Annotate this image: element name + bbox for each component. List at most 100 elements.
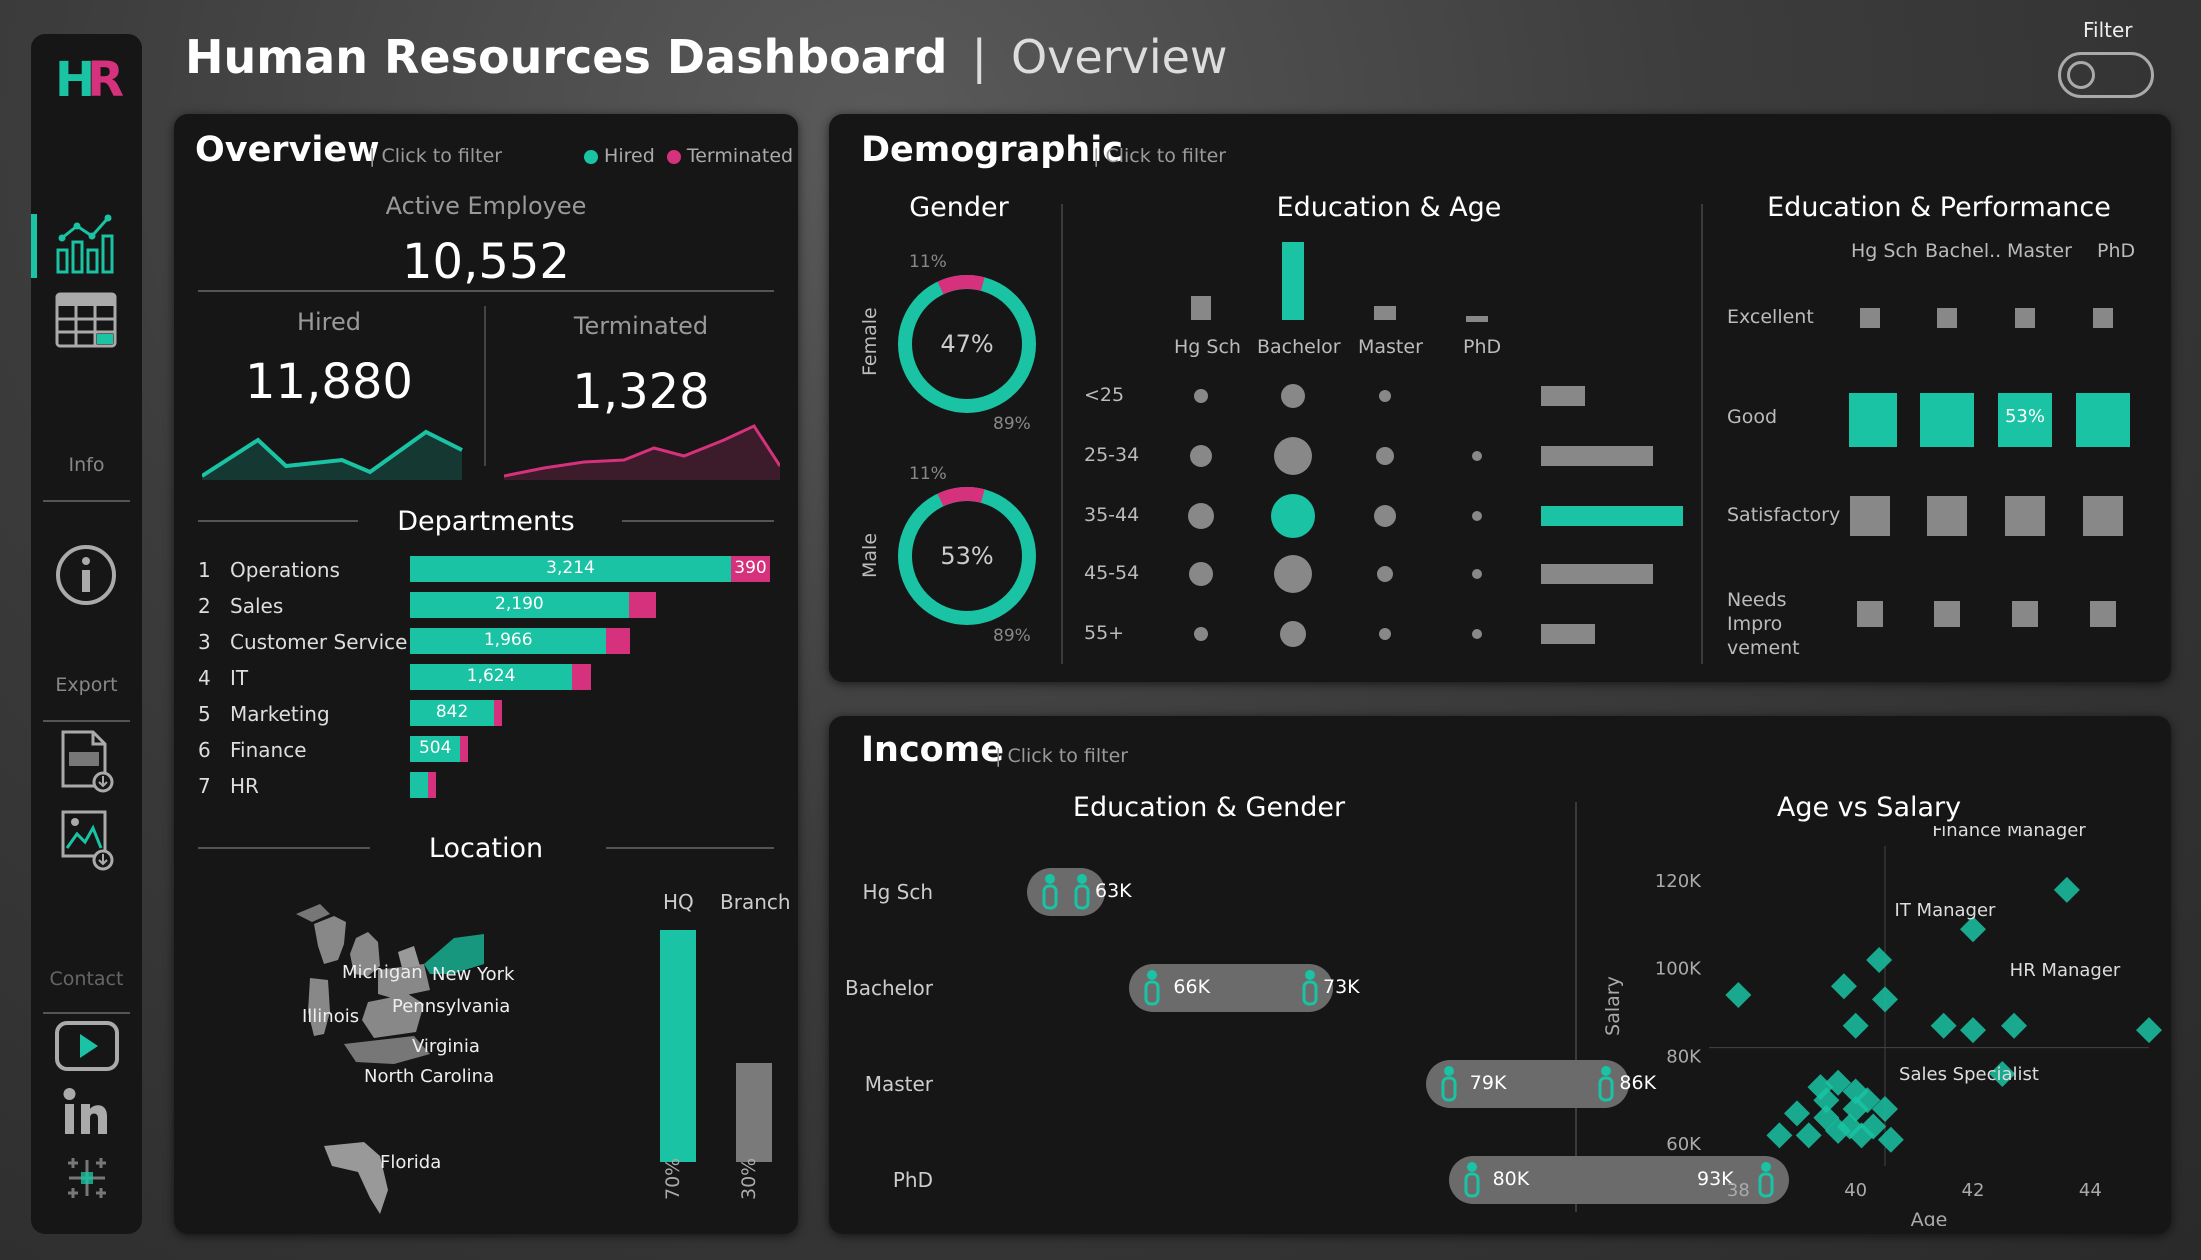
edu-gender-title: Education & Gender [1072,792,1346,823]
scatter-x-tick: 42 [1962,1180,1985,1201]
scatter-x-tick: 44 [2079,1180,2102,1201]
department-name[interactable]: HR [230,774,259,798]
scatter-point[interactable] [1795,1122,1822,1149]
edu-label-bachelor: Bachelor [1257,336,1341,358]
department-hired-bar[interactable] [410,772,428,798]
state-label-michigan: Michigan [342,962,423,983]
department-hired-value: 504 [418,738,452,758]
department-rank: 6 [198,738,211,762]
income-high-value: 73K [1323,976,1360,998]
overview-title: Overview [195,130,380,170]
female-icon [1042,874,1058,910]
age-label-1: 25-34 [1084,444,1140,466]
location-divider-right [606,847,774,849]
scatter-point[interactable] [2001,1012,2028,1039]
income-edu-label: PhD [892,1168,933,1192]
state-label-pennsylvania: Pennsylvania [392,996,511,1017]
info-icon[interactable] [55,544,117,606]
table-icon[interactable] [55,292,117,350]
scatter-point[interactable] [2136,1017,2162,1044]
income-click-filter[interactable]: | Click to filter [995,745,1128,767]
scatter-point[interactable] [1725,982,1752,1009]
hq-percent: 70% [662,1157,684,1200]
active-employee-label: Active Employee [385,192,587,220]
gender-title: Gender [909,192,1009,223]
age-salary-scatter[interactable]: 60K 80K 100K 120K 38 40 42 44 Age Salary Finance M… [1589,826,2169,1226]
income-edu-label: Hg Sch [862,880,933,904]
scatter-point[interactable] [1960,1017,1986,1044]
departments-divider-right [622,520,774,522]
perf-col-2: Master [2007,240,2072,262]
department-terminated-bar[interactable] [427,772,436,798]
filter-toggle[interactable] [2058,52,2154,98]
hired-legend-label: Hired [604,145,655,167]
age-label-2: 35-44 [1084,504,1140,526]
branch-bar[interactable] [736,1062,772,1162]
age-label-3: 45-54 [1084,562,1140,584]
youtube-icon[interactable] [54,1020,120,1072]
scatter-point[interactable] [1872,986,1898,1013]
department-name[interactable]: Customer Service [230,630,407,654]
scatter-point[interactable] [2053,876,2080,903]
overview-click-filter[interactable]: | Click to filter [369,145,502,167]
scatter-point[interactable] [1830,973,1857,1000]
department-terminated-bar[interactable] [494,700,503,726]
active-employee-value: 10,552 [402,234,570,290]
income-low-value: 79K [1469,1072,1507,1094]
export-pdf-icon[interactable] [59,728,115,794]
edu-perf-matrix[interactable] [1849,274,2159,654]
age-salary-title: Age vs Salary [1776,792,1962,823]
department-rank: 1 [198,558,211,582]
department-hired-value: 2,190 [495,594,544,614]
sidebar: HR Info Export Contact [31,34,142,1234]
terminated-legend-label: Terminated [686,145,794,167]
income-high-value: 63K [1095,880,1132,902]
info-divider [43,500,130,502]
department-name[interactable]: Operations [230,558,340,582]
demographic-panel: Demographic | Click to filter Gender Fem… [829,114,2171,682]
department-name[interactable]: IT [230,666,248,690]
hired-value: 11,880 [245,354,413,410]
scatter-point[interactable] [1842,1012,1869,1039]
department-rank: 7 [198,774,211,798]
tableau-icon[interactable] [61,1152,113,1204]
scatter-x-tick: 38 [1727,1180,1750,1201]
department-name[interactable]: Sales [230,594,283,618]
kpi-divider [198,290,774,292]
perf-col-1: Bachel.. [1925,240,2002,262]
state-label-new-york: New York [432,964,515,985]
female-icon [1441,1066,1457,1102]
female-label: Female [859,307,881,376]
department-rank: 5 [198,702,211,726]
edu-age-chart[interactable] [1079,234,1689,674]
department-name[interactable]: Finance [230,738,307,762]
hired-legend-dot [584,149,598,164]
perf-row-1: Good [1727,406,1778,428]
income-low-value: 66K [1173,976,1211,998]
department-terminated-bar[interactable] [606,628,631,654]
export-image-icon[interactable] [59,806,115,872]
scatter-point[interactable] [1784,1100,1810,1127]
scatter-x-tick: 40 [1844,1180,1867,1201]
department-hired-value: 842 [435,702,469,722]
overview-legend: Hired Terminated [584,145,793,167]
demographic-click-filter[interactable]: | Click to filter [1093,145,1226,167]
us-map[interactable] [284,894,514,1224]
perf-row-2: Satisfactory [1727,504,1841,526]
line-chart-icon[interactable] [53,210,119,276]
department-terminated-bar[interactable] [572,664,592,690]
male-bottom-pct: 89% [993,626,1031,646]
state-label-florida: Florida [380,1152,442,1173]
scatter-point[interactable] [1930,1012,1957,1039]
scatter-point[interactable] [1766,1122,1793,1149]
female-center-pct: 47% [940,330,994,358]
edu-label-master: Master [1358,336,1423,358]
department-name[interactable]: Marketing [230,702,330,726]
department-terminated-bar[interactable] [460,736,469,762]
department-terminated-bar[interactable] [628,592,656,618]
export-label: Export [55,674,118,696]
linkedin-icon[interactable] [61,1086,113,1138]
scatter-point[interactable] [1866,946,1893,973]
edu-perf-title: Education & Performance [1767,192,2111,223]
hq-bar[interactable] [660,930,696,1162]
